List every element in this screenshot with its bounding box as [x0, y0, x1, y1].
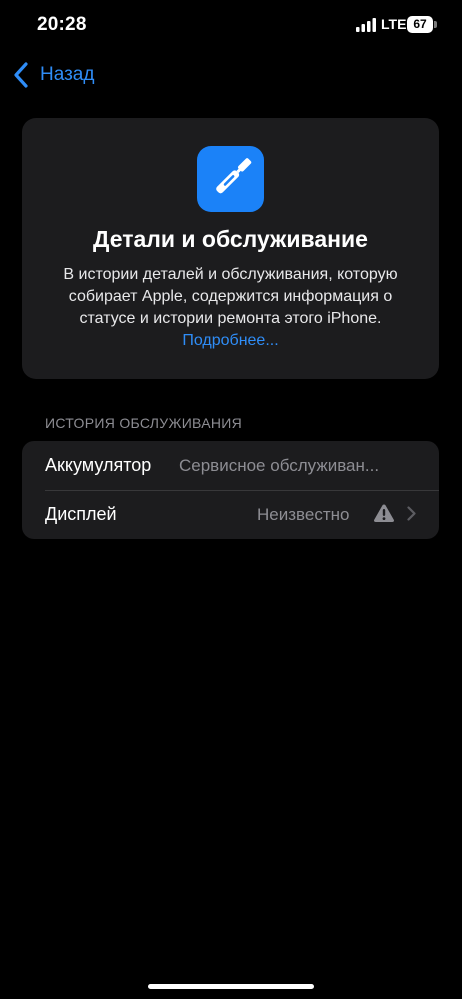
row-label: Аккумулятор — [45, 455, 152, 475]
parts-service-card: Детали и обслуживание В истории деталей … — [22, 118, 439, 379]
cellular-signal-icon — [356, 18, 376, 32]
card-title: Детали и обслуживание — [93, 226, 368, 252]
card-description: В истории деталей и обслуживания, котору… — [42, 264, 419, 352]
home-indicator[interactable] — [148, 984, 314, 989]
status-time: 20:28 — [37, 14, 87, 35]
back-button-label: Назад — [40, 64, 95, 85]
list-item-display[interactable]: Дисплей Неизвестно — [22, 490, 439, 539]
battery-icon: 67 — [407, 16, 437, 33]
back-button[interactable]: Назад — [12, 60, 94, 90]
warning-icon — [373, 504, 395, 522]
row-label: Дисплей — [45, 504, 117, 524]
service-history-list: Аккумулятор Сервисное обслуживан... Дисп… — [22, 441, 439, 539]
chevron-left-icon — [14, 62, 28, 88]
list-item-battery[interactable]: Аккумулятор Сервисное обслуживан... — [22, 441, 439, 490]
chevron-right-icon — [407, 506, 416, 521]
battery-level: 67 — [407, 16, 433, 33]
status-bar: 20:28 LTE 67 — [0, 0, 462, 50]
row-value: Сервисное обслуживан... — [179, 456, 380, 475]
network-type: LTE — [381, 16, 407, 32]
section-header-service-history: ИСТОРИЯ ОБСЛУЖИВАНИЯ — [45, 415, 243, 431]
screwdriver-icon — [197, 146, 264, 212]
row-value: Неизвестно — [257, 505, 350, 524]
card-description-text: В истории деталей и обслуживания, котору… — [63, 266, 398, 327]
learn-more-link[interactable]: Подробнее... — [182, 332, 278, 349]
battery-tip — [434, 21, 437, 28]
